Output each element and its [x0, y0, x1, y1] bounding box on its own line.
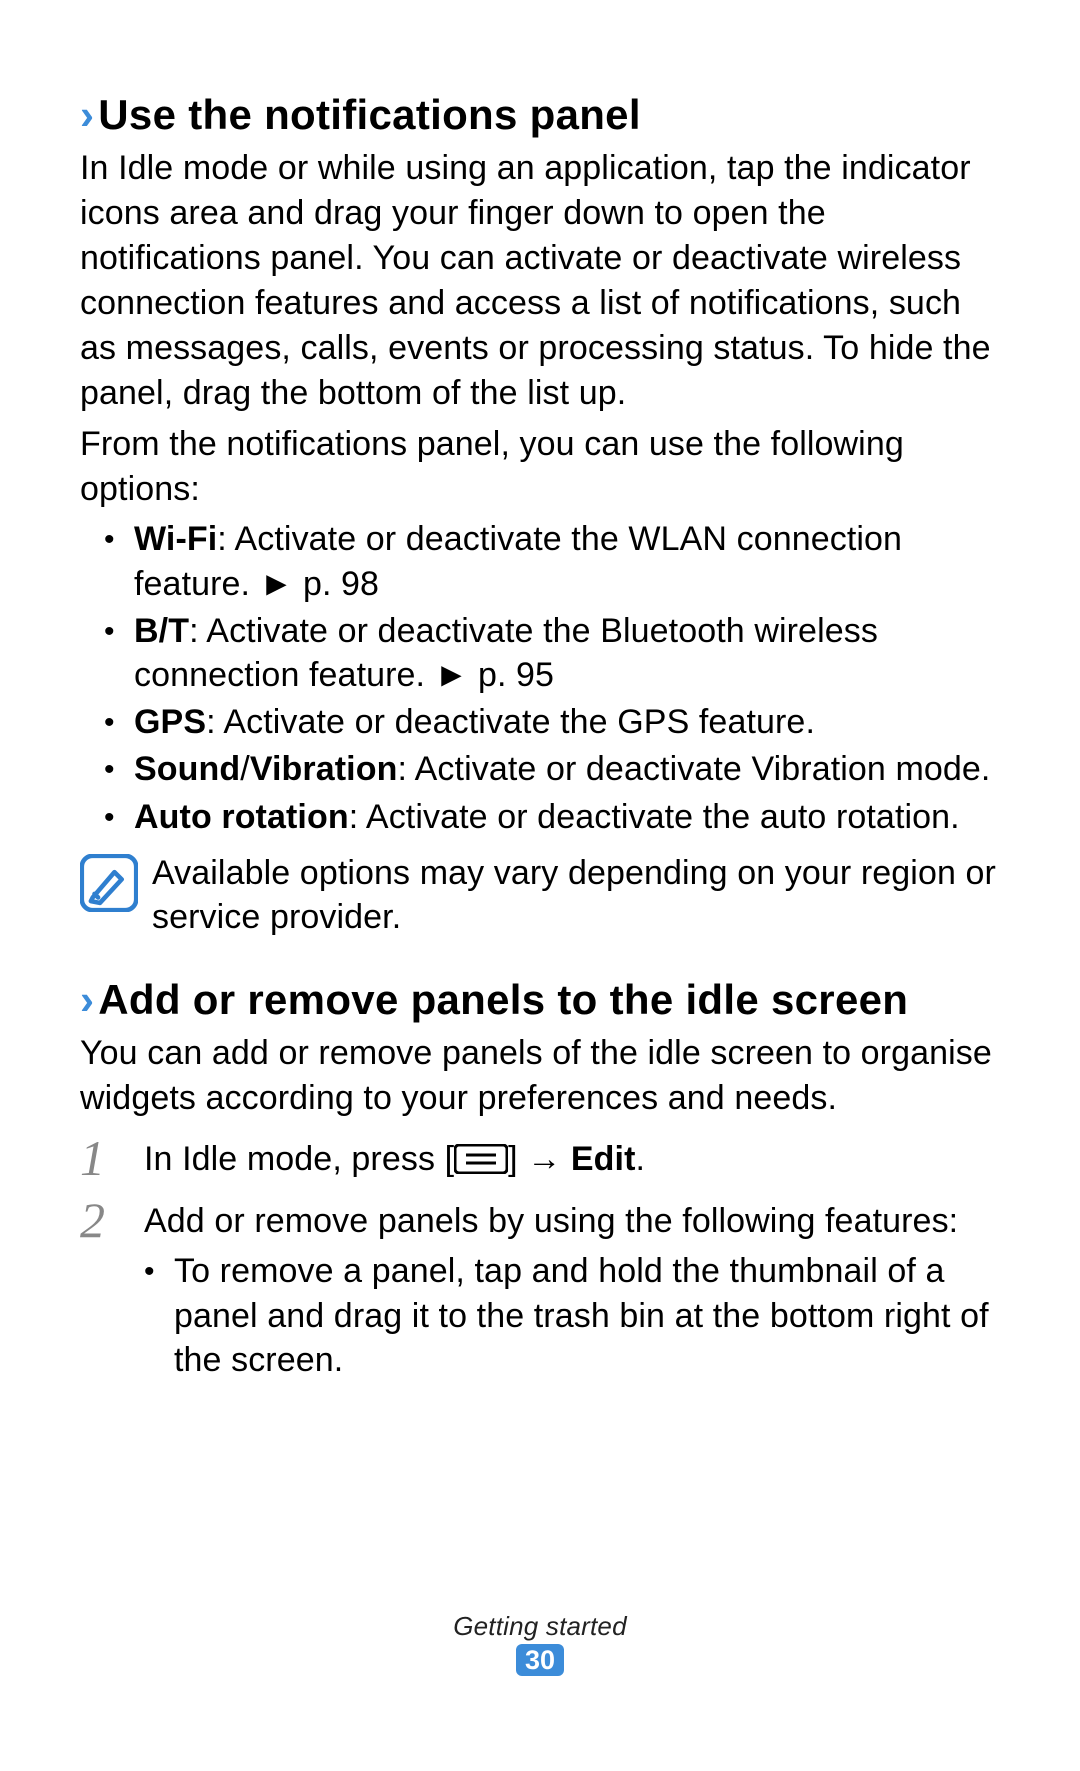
section-heading-notifications: ›Use the notifications panel [80, 90, 1000, 140]
option-label: Sound [134, 750, 240, 788]
step-number: 2 [80, 1195, 120, 1245]
option-text: : Activate or deactivate the auto rotati… [349, 798, 960, 836]
option-label: B/T [134, 612, 189, 650]
body-paragraph: In Idle mode or while using an applicati… [80, 146, 1000, 415]
note-icon [80, 854, 138, 912]
list-item: B/T: Activate or deactivate the Bluetoot… [80, 609, 1000, 697]
chevron-right-icon: › [80, 976, 94, 1023]
option-label: Vibration [250, 750, 398, 788]
heading-text: Use the notifications panel [98, 91, 641, 138]
step-row: 1 In Idle mode, press [] → Edit. [80, 1137, 1000, 1183]
body-paragraph: You can add or remove panels of the idle… [80, 1031, 1000, 1121]
manual-page: ›Use the notifications panel In Idle mod… [0, 0, 1080, 1771]
page-footer: Getting started 30 [0, 1611, 1080, 1676]
page-number-badge: 30 [516, 1644, 564, 1676]
list-item: Auto rotation: Activate or deactivate th… [80, 795, 1000, 839]
section-heading-panels: ›Add or remove panels to the idle screen [80, 975, 1000, 1025]
option-text: : Activate or deactivate Vibration mode. [397, 750, 990, 788]
option-text: : Activate or deactivate the Bluetooth w… [134, 612, 878, 694]
note-block: Available options may vary depending on … [80, 851, 1000, 939]
option-label: GPS [134, 703, 206, 741]
menu-key-icon [454, 1144, 508, 1174]
option-text: : Activate or deactivate the WLAN connec… [134, 520, 902, 602]
option-label: Wi-Fi [134, 520, 217, 558]
step-number: 1 [80, 1133, 120, 1183]
option-label: Auto rotation [134, 798, 349, 836]
sub-list: To remove a panel, tap and hold the thum… [144, 1249, 1000, 1382]
heading-text: Add or remove panels to the idle screen [98, 976, 908, 1023]
list-item: To remove a panel, tap and hold the thum… [144, 1249, 1000, 1382]
options-list: Wi-Fi: Activate or deactivate the WLAN c… [80, 517, 1000, 838]
step-text: In Idle mode, press [] → Edit. [144, 1137, 1000, 1181]
note-text: Available options may vary depending on … [152, 851, 1000, 939]
step-row: 2 Add or remove panels by using the foll… [80, 1199, 1000, 1384]
list-item: GPS: Activate or deactivate the GPS feat… [80, 700, 1000, 744]
list-item: Wi-Fi: Activate or deactivate the WLAN c… [80, 517, 1000, 605]
step-text: Add or remove panels by using the follow… [144, 1199, 1000, 1384]
option-text: : Activate or deactivate the GPS feature… [206, 703, 815, 741]
body-paragraph: From the notifications panel, you can us… [80, 422, 1000, 512]
chevron-right-icon: › [80, 91, 94, 138]
footer-section-title: Getting started [0, 1611, 1080, 1642]
list-item: Sound/Vibration: Activate or deactivate … [80, 747, 1000, 791]
